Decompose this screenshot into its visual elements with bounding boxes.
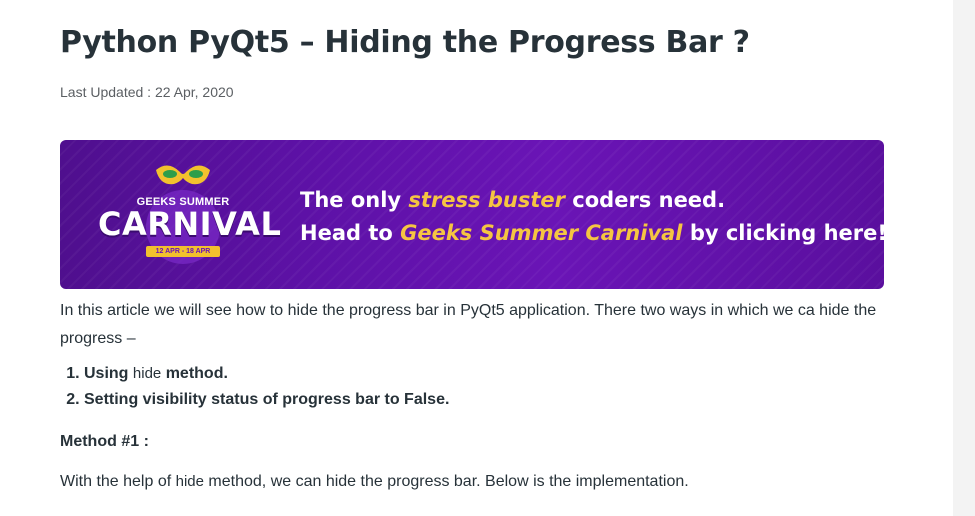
logo-big-text: CARNIVAL [98, 205, 282, 243]
intro-paragraph: In this article we will see how to hide … [60, 302, 877, 347]
list-item-prefix: Using [84, 365, 133, 382]
mask-icon [150, 160, 216, 190]
last-updated: Last Updated : 22 Apr, 2020 [60, 84, 234, 100]
inline-code: hide [132, 365, 162, 382]
list-item: Setting visibility status of progress ba… [84, 387, 890, 413]
logo-dates-ribbon: 12 APR - 18 APR [145, 246, 221, 257]
promo-banner[interactable]: GEEKS SUMMER CARNIVAL 12 APR - 18 APR Th… [60, 140, 884, 289]
banner-highlight-1: stress buster [408, 188, 565, 212]
banner-line-1: The only stress buster coders need. [300, 184, 884, 217]
banner-highlight-2: Geeks Summer Carnival [400, 221, 683, 245]
banner-line-2: Head to Geeks Summer Carnival by clickin… [300, 217, 884, 250]
banner-line-2-end: by clicking here! [682, 221, 884, 245]
list-item: Using hide method. [84, 361, 890, 387]
scrollbar-track[interactable] [953, 0, 975, 516]
ways-list: Using hide method. Setting visibility st… [60, 361, 890, 413]
implementation-paragraph: With the help of hide method, we can hid… [60, 469, 890, 495]
banner-line-2-start: Head to [300, 221, 401, 245]
method-heading: Method #1 : [60, 433, 149, 450]
banner-line-1-end: coders need. [564, 188, 726, 212]
article-title: Python PyQt5 – Hiding the Progress Bar ? [60, 25, 750, 60]
carnival-logo: GEEKS SUMMER CARNIVAL 12 APR - 18 APR [98, 160, 282, 270]
banner-message: The only stress buster coders need. Head… [300, 184, 884, 250]
article: Python PyQt5 – Hiding the Progress Bar ?… [60, 0, 890, 495]
impl-suffix: method, we can hide the progress bar. Be… [203, 473, 689, 490]
list-item-suffix: method. [161, 365, 228, 382]
inline-code: hide [175, 473, 204, 490]
impl-prefix: With the help of [60, 473, 176, 490]
banner-line-1-start: The only [300, 188, 409, 212]
